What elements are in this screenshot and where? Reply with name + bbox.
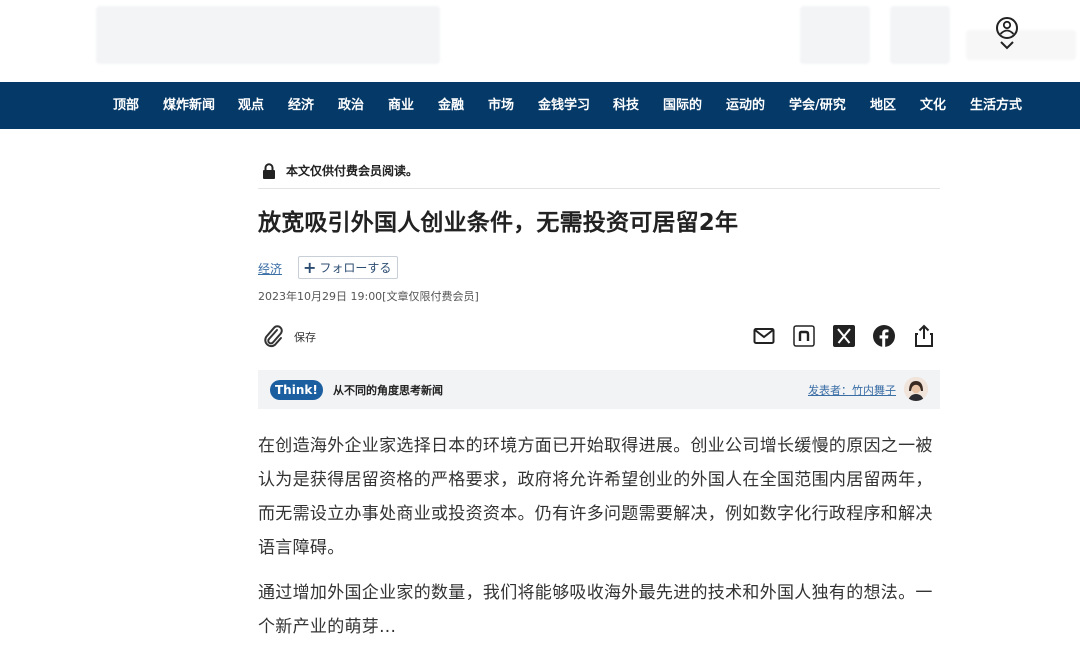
plus-icon: + — [303, 257, 317, 277]
blurred-element — [800, 6, 870, 64]
follow-button[interactable]: + フォローする — [298, 256, 399, 279]
author-avatar[interactable] — [904, 377, 928, 401]
nav-item-opinion[interactable]: 观点 — [238, 82, 264, 129]
facebook-icon[interactable] — [872, 324, 896, 348]
nav-item-international[interactable]: 国际的 — [663, 82, 702, 129]
follow-button-label: フォローする — [319, 261, 392, 275]
mail-icon[interactable] — [752, 324, 776, 348]
account-icon[interactable] — [994, 16, 1020, 52]
article-paragraph: 通过增加外国企业家的数量，我们将能够吸收海外最先进的技术和外国人独有的想法。一个… — [258, 583, 933, 637]
nav-item-politics[interactable]: 政治 — [338, 82, 364, 129]
nav-item-sports[interactable]: 运动的 — [726, 82, 765, 129]
article-headline: 放宽吸引外国人创业条件，无需投资可居留2年 — [258, 210, 739, 236]
article-paragraph: 在创造海外企业家选择日本的环境方面已开始取得进展。创业公司增长缓慢的原因之一被认… — [258, 436, 933, 558]
think-badge[interactable]: Think! — [270, 380, 323, 400]
paywall-notice-text: 本文仅供付费会员阅读。 — [286, 164, 419, 178]
blurred-logo — [96, 6, 440, 64]
nav-item-culture[interactable]: 文化 — [920, 82, 946, 129]
main-navigation: 顶部 煤炸新闻 观点 经济 政治 商业 金融 市场 金钱学习 科技 国际的 运动… — [0, 82, 1080, 129]
nav-item-regions[interactable]: 地区 — [870, 82, 896, 129]
nav-item-business[interactable]: 商业 — [388, 82, 414, 129]
lock-icon — [263, 162, 275, 179]
topic-link[interactable]: 经济 — [258, 260, 282, 277]
top-header — [0, 0, 1080, 82]
nav-item-finance[interactable]: 金融 — [438, 82, 464, 129]
nav-item-top[interactable]: 顶部 — [113, 82, 139, 129]
author-link[interactable]: 发表者：竹内舞子 — [808, 382, 896, 398]
nav-item-lifestyle[interactable]: 生活方式 — [970, 82, 1022, 129]
paperclip-icon[interactable] — [262, 324, 284, 348]
nav-item-markets[interactable]: 市场 — [488, 82, 514, 129]
divider — [258, 188, 940, 189]
nav-item-economy[interactable]: 经济 — [288, 82, 314, 129]
nav-item-breaking-news[interactable]: 煤炸新闻 — [163, 82, 215, 129]
publish-date: 2023年10月29日 19:00[文章仅限付费会员] — [258, 290, 479, 303]
note-icon[interactable] — [792, 324, 816, 348]
paywall-notice: 本文仅供付费会员阅读。 — [262, 162, 418, 179]
think-description: 从不同的角度思考新闻 — [333, 384, 443, 397]
blurred-element — [890, 6, 950, 64]
share-icon[interactable] — [912, 324, 936, 348]
think-bar: Think! 从不同的角度思考新闻 发表者：竹内舞子 — [258, 370, 940, 409]
x-icon[interactable] — [832, 324, 856, 348]
save-label[interactable]: 保存 — [294, 329, 316, 345]
nav-item-tech[interactable]: 科技 — [613, 82, 639, 129]
nav-item-money-learning[interactable]: 金钱学习 — [538, 82, 590, 129]
blurred-element — [966, 30, 1076, 60]
nav-item-academia-research[interactable]: 学会/研究 — [789, 82, 846, 129]
